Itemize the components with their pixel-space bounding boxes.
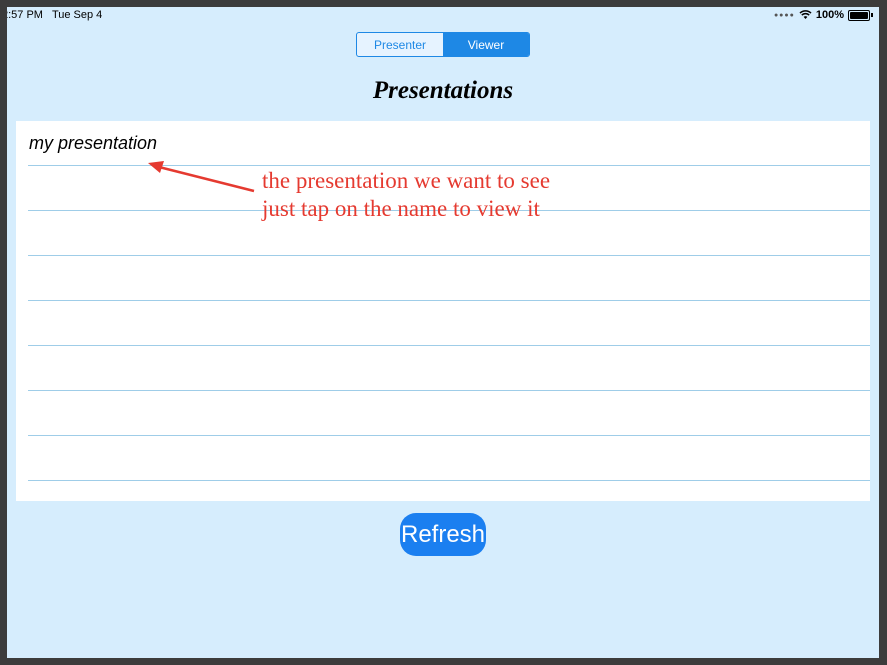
- app-screen: 2:57 PM Tue Sep 4 ●●●● 100% Presenter Vi…: [7, 7, 879, 658]
- refresh-button[interactable]: Refresh: [400, 513, 486, 556]
- annotation-arrow-icon: [148, 161, 255, 193]
- annotation-text: the presentation we want to see just tap…: [262, 167, 550, 223]
- annotation-line-2: just tap on the name to view it: [262, 196, 540, 221]
- annotation-line-1: the presentation we want to see: [262, 168, 551, 193]
